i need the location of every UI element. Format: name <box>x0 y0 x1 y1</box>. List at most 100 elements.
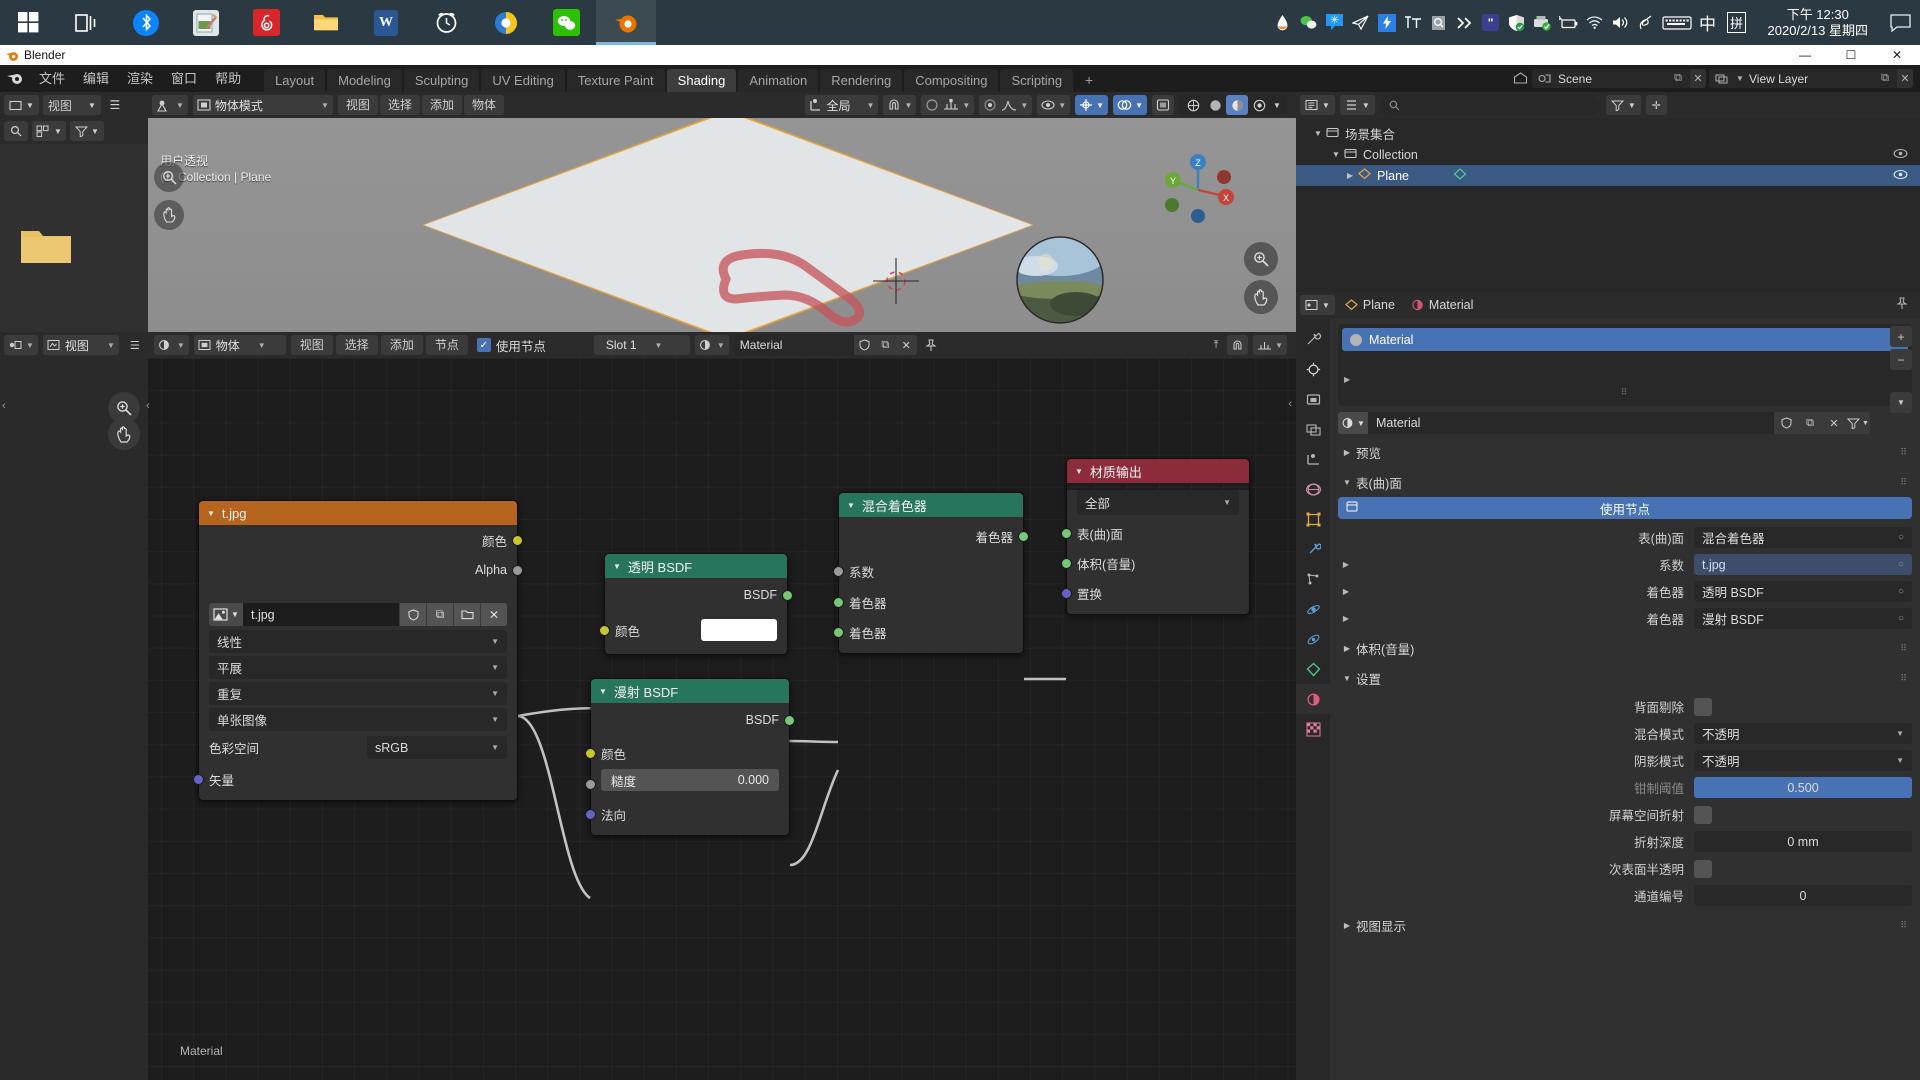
viewlayer-caret-icon[interactable]: ▼ <box>1733 69 1747 88</box>
snap-magnet-toggle[interactable]: ▼ <box>883 95 916 115</box>
viewport-menu-select[interactable]: 选择 <box>380 95 420 115</box>
notepad-icon[interactable] <box>176 0 236 45</box>
output-input-displacement[interactable]: 置换 <box>1067 578 1249 608</box>
tab-layout[interactable]: Layout <box>264 69 325 92</box>
diffuse-input-color[interactable]: 糙度 颜色 <box>591 737 789 769</box>
clock-app-icon[interactable] <box>416 0 476 45</box>
node-canvas[interactable]: ‹ ‹ Material ‹ <box>0 358 1296 1080</box>
navigation-gizmo[interactable]: Z X Y <box>1158 150 1238 230</box>
output-target-select[interactable]: 全部 ▼ <box>1077 490 1239 515</box>
clip-threshold-slider[interactable]: 0.500 <box>1694 777 1912 798</box>
image-datablock-icon[interactable]: ▼ <box>209 603 243 626</box>
tab-tool[interactable] <box>1296 324 1330 354</box>
close-button[interactable]: ✕ <box>1874 45 1920 65</box>
zoom-viewport-button[interactable] <box>1244 242 1278 276</box>
pen-icon[interactable] <box>1634 0 1660 45</box>
collapse-triangle-icon[interactable]: ▼ <box>207 509 215 518</box>
tab-texture[interactable] <box>1296 714 1330 744</box>
tab-material[interactable] <box>1296 684 1330 714</box>
volume-icon[interactable] <box>1608 0 1634 45</box>
taskbar-clock[interactable]: 下午 12:30 2020/2/13 星期四 <box>1756 0 1880 45</box>
expand-triangle-icon[interactable]: ▶ <box>1338 448 1356 457</box>
material-preview-shading-icon[interactable] <box>1226 95 1248 115</box>
mix-input-shader-2[interactable]: 着色器 <box>839 617 1023 647</box>
shader-object-selector[interactable]: 物体 ▼ <box>194 335 286 355</box>
flash-icon[interactable] <box>1374 0 1400 45</box>
outliner-filter-icon[interactable]: ▼ <box>1606 95 1641 115</box>
wechat-icon[interactable] <box>536 0 596 45</box>
link-dot-icon[interactable]: ○ <box>1898 532 1904 543</box>
shader-menu-node[interactable]: 节点 <box>426 335 468 355</box>
material-browse-icon[interactable]: ▼ <box>695 335 729 355</box>
display-mode-icon[interactable]: ▼ <box>32 121 66 141</box>
expand-triangle-icon[interactable]: ▶ <box>1342 171 1358 180</box>
file-browser-folder-icon[interactable] <box>20 227 72 265</box>
link-dot-icon[interactable]: ○ <box>1898 586 1904 597</box>
vector-input-socket[interactable] <box>193 774 204 785</box>
diffuse-input-normal[interactable]: 法向 <box>591 799 789 829</box>
viewport-3d[interactable]: 用户透视 (1) Collection | Plane <box>148 92 1296 332</box>
shield-icon[interactable] <box>1504 0 1530 45</box>
source-select[interactable]: 单张图像 ▼ <box>209 708 507 731</box>
viewport-menu-view[interactable]: 视图 <box>338 95 378 115</box>
pass-index-field[interactable]: 0 <box>1694 885 1912 906</box>
surface-row-fac[interactable]: ▶ 系数 t.jpg ○ <box>1338 552 1912 577</box>
pin-icon[interactable] <box>920 335 942 355</box>
menu-window[interactable]: 窗口 <box>162 65 206 92</box>
section-grip-icon[interactable]: ⠿ <box>1900 447 1908 458</box>
diffuse-bsdf-node-header[interactable]: ▼ 漫射 BSDF <box>591 679 789 703</box>
scene-selector[interactable]: Scene ⧉ ✕ <box>1532 69 1706 88</box>
row-triangle-icon[interactable]: ▶ <box>1338 560 1354 569</box>
mix-input-fac[interactable]: 系数 <box>839 555 1023 587</box>
material-specials-button[interactable]: ▼ <box>1846 412 1870 434</box>
file-explorer-icon[interactable] <box>296 0 356 45</box>
shader-editor-type-selector[interactable]: ▼ <box>4 335 38 355</box>
color-input-socket[interactable] <box>599 625 610 636</box>
material-datablock-icon[interactable]: ▼ <box>1338 412 1368 434</box>
shader-menu-select[interactable]: 选择 <box>336 335 378 355</box>
sidebar-collapse-arrow-right[interactable]: ‹ <box>146 400 150 412</box>
surface-row-1-value-field[interactable]: t.jpg ○ <box>1694 554 1912 575</box>
blender-taskbar-icon[interactable] <box>596 0 656 45</box>
shader-editor-view-dropdown[interactable]: 视图 ▼ <box>43 335 119 355</box>
tab-scripting[interactable]: Scripting <box>1000 69 1073 92</box>
outliner-row-scene-collection[interactable]: ▼ 场景集合 <box>1296 123 1920 144</box>
node-snap-toggle[interactable] <box>1227 335 1248 355</box>
transparent-bsdf-node[interactable]: ▼ 透明 BSDF BSDF 颜色 <box>604 553 788 655</box>
projection-select[interactable]: 平展 ▼ <box>209 656 507 679</box>
diffuse-bsdf-node[interactable]: ▼ 漫射 BSDF BSDF 糙度 颜色 <box>590 678 790 836</box>
expand-triangle-icon[interactable]: ▶ <box>1338 921 1356 930</box>
tab-animation[interactable]: Animation <box>738 69 818 92</box>
breadcrumb-object[interactable]: Plane <box>1340 298 1400 312</box>
wechat-tray-icon[interactable] <box>1296 0 1322 45</box>
menu-edit[interactable]: 编辑 <box>74 65 118 92</box>
ime-mode-indicator[interactable]: 中 <box>1694 0 1722 45</box>
tab-constraints[interactable] <box>1296 624 1330 654</box>
visibility-eye-icon[interactable] <box>1893 148 1908 162</box>
section-viewport-display[interactable]: ▶ 视图显示 ⠿ <box>1338 912 1912 938</box>
mix-shader-node-header[interactable]: ▼ 混合着色器 <box>839 493 1023 517</box>
section-settings[interactable]: ▼ 设置 ⠿ <box>1338 665 1912 691</box>
transparent-input-color[interactable]: 颜色 <box>605 612 787 648</box>
image-fake-user-icon[interactable] <box>399 603 426 626</box>
overlays-toggle[interactable]: ▼ <box>1113 95 1147 115</box>
tab-shading[interactable]: Shading <box>667 69 737 92</box>
material-datablock-row[interactable]: ▼ Material ⧉ ✕ ▼ <box>1338 411 1870 435</box>
node-snap-mode[interactable]: ▼ <box>1253 335 1287 355</box>
material-slot-menu-button[interactable]: ▼ <box>1890 392 1912 413</box>
settings-row-refraction-depth[interactable]: 折射深度 0 mm <box>1338 829 1912 854</box>
chrome-icon[interactable] <box>476 0 536 45</box>
settings-row-pass-index[interactable]: 通道编号 0 <box>1338 883 1912 908</box>
tab-modifier[interactable] <box>1296 534 1330 564</box>
add-workspace-button[interactable]: + <box>1075 69 1103 92</box>
tab-scene[interactable] <box>1296 444 1330 474</box>
image-texture-node-header[interactable]: ▼ t.jpg <box>199 501 517 525</box>
settings-row-clip-threshold[interactable]: 钳制阈值 0.500 <box>1338 775 1912 800</box>
outliner-row-collection[interactable]: ▼ Collection <box>1296 144 1920 165</box>
image-copy-icon[interactable]: ⧉ <box>426 603 453 626</box>
mesh-data-icon[interactable] <box>1453 168 1467 183</box>
printer-icon[interactable] <box>1530 0 1556 45</box>
netease-music-icon[interactable] <box>236 0 296 45</box>
row-triangle-icon[interactable]: ▶ <box>1338 587 1354 596</box>
outliner-display-mode[interactable]: ▼ <box>1340 95 1375 115</box>
